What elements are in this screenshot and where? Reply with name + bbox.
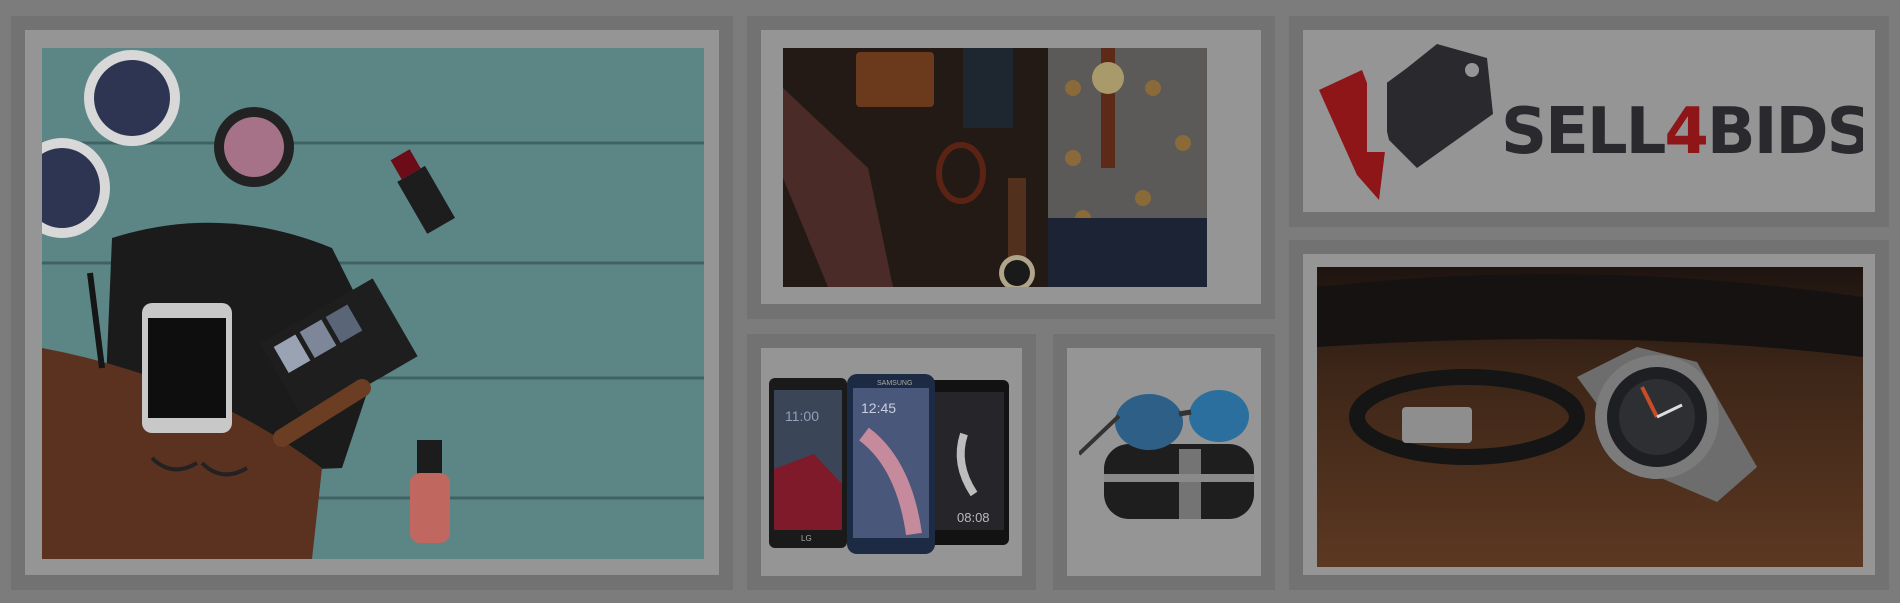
promo-tile-mens-accessories[interactable]: [747, 16, 1275, 319]
accessories-image[interactable]: [42, 48, 704, 559]
promo-tile-accessories[interactable]: [11, 16, 733, 590]
promo-tile-sunglasses[interactable]: [1053, 334, 1275, 590]
phone2-time: 12:45: [861, 400, 897, 416]
brand-logo-tile[interactable]: SELL4BIDS: [1289, 16, 1889, 227]
phone1-brand: LG: [801, 534, 812, 543]
promo-tile-phones[interactable]: 11:00 LG SAMSUNG 12:45 08:08: [747, 334, 1036, 590]
watch-image[interactable]: [1317, 267, 1863, 567]
brand-name-part2: BIDS: [1706, 95, 1863, 169]
sell4bids-logo[interactable]: SELL4BIDS: [1317, 40, 1863, 210]
page-root: { "brand": { "name_part1": "SELL", "name…: [0, 0, 1900, 603]
brand-wordmark: SELL4BIDS: [1501, 97, 1863, 167]
phones-image[interactable]: 11:00 LG SAMSUNG 12:45 08:08: [769, 374, 1014, 554]
mens-accessories-image[interactable]: [783, 48, 1207, 287]
price-tag-icon: [1319, 44, 1493, 200]
brand-name-part1: SELL: [1501, 95, 1666, 169]
phone3-time: 08:08: [957, 510, 990, 525]
brand-name-digit: 4: [1664, 95, 1709, 169]
promo-tile-watch[interactable]: [1289, 240, 1889, 590]
sunglasses-image[interactable]: [1079, 384, 1255, 524]
phone1-time: 11:00: [785, 408, 819, 424]
phone2-brand: SAMSUNG: [877, 380, 913, 387]
